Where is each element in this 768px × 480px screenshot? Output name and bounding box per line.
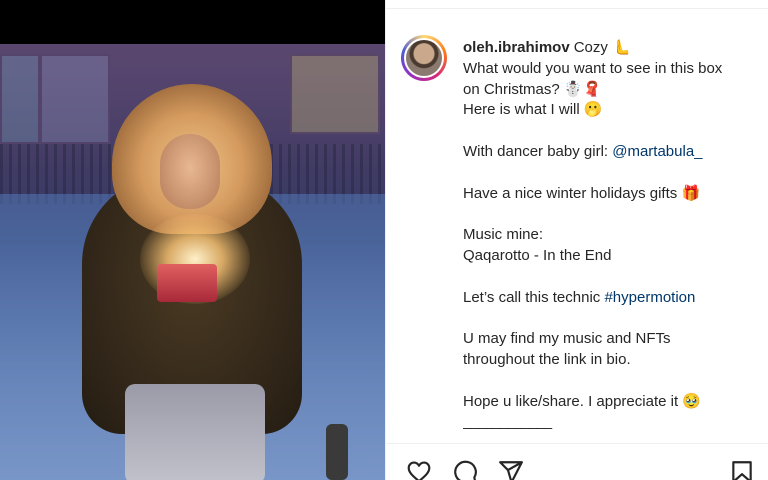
caption-gap <box>463 163 753 184</box>
caption-line: Have a nice winter holidays gifts 🎁 <box>463 184 701 202</box>
media-top-bar <box>0 0 385 44</box>
building-window <box>0 54 40 144</box>
caption-line: U may find my music and NFTs <box>463 330 671 348</box>
caption-gap <box>463 204 753 225</box>
caption-line: Here is what I will 🫢 <box>463 101 603 119</box>
post-media[interactable] <box>0 0 385 480</box>
caption-line: Let’s call this technic #hypermotion <box>463 288 753 309</box>
caption-line: ____________ <box>463 413 552 431</box>
caption-line: throughout the link in bio. <box>463 350 631 368</box>
avatar[interactable] <box>404 38 444 78</box>
username-link[interactable]: oleh.ibrahimov <box>463 39 570 56</box>
caption-text: With dancer baby girl: <box>463 142 613 160</box>
caption-text: Cozy 🫷 <box>573 39 631 56</box>
building-window <box>290 54 380 134</box>
panel-divider <box>386 8 768 9</box>
caption-line: on Christmas? ☃️🧣 <box>463 80 602 98</box>
caption-line: Hope u like/share. I appreciate it 🥹 <box>463 392 701 410</box>
caption-text: Let’s call this technic <box>463 288 605 306</box>
bookmark-icon[interactable] <box>729 459 755 480</box>
building-window <box>40 54 110 144</box>
caption-gap <box>463 371 753 392</box>
caption-line: What would you want to see in this box <box>463 59 723 77</box>
post-photo[interactable] <box>0 44 385 480</box>
caption-gap <box>463 267 753 288</box>
caption-line: Music mine: <box>463 226 544 244</box>
person-legs <box>125 384 265 480</box>
caption-line: Qaqarotto - In the End <box>463 246 612 264</box>
hashtag-link[interactable]: #hypermotion <box>604 289 695 306</box>
caption-gap <box>463 121 753 142</box>
post-caption: oleh.ibrahimov Cozy 🫷 What would you want… <box>463 38 753 440</box>
caption-line: oleh.ibrahimov Cozy 🫷 <box>463 38 753 59</box>
caption-gap <box>463 308 753 329</box>
post-detail-panel: oleh.ibrahimov Cozy 🫷 What would you want… <box>385 0 768 480</box>
gift-box <box>157 264 217 302</box>
paper-plane-icon[interactable] <box>498 459 524 480</box>
story-ring[interactable] <box>401 35 447 81</box>
bollard <box>326 424 348 480</box>
post-action-bar <box>386 443 768 480</box>
comment-icon[interactable] <box>452 459 478 480</box>
heart-icon[interactable] <box>406 459 432 480</box>
mention-link[interactable]: @martabula_ <box>612 143 702 160</box>
person-face <box>160 134 220 209</box>
caption-line: With dancer baby girl: @martabula_ <box>463 142 753 163</box>
